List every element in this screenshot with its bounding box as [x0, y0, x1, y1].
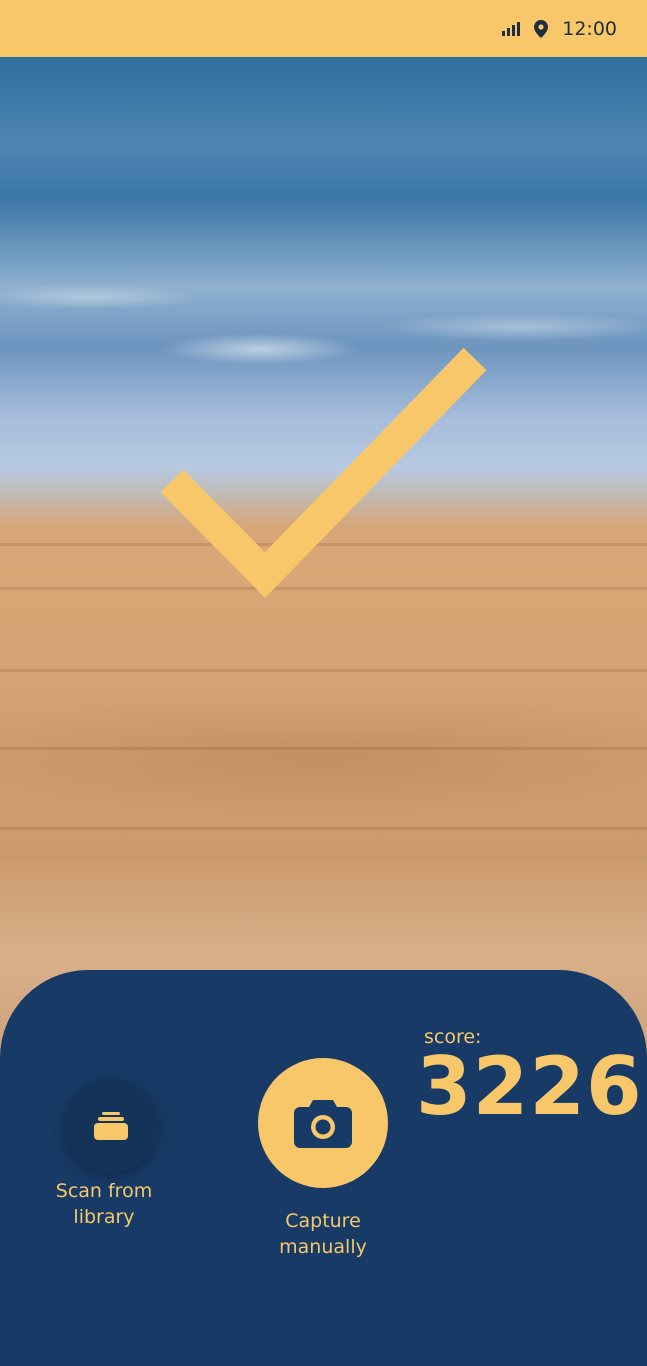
scan-from-library-button[interactable]: [64, 1079, 158, 1173]
score-value: 3226: [416, 1040, 643, 1133]
scan-from-library-label: Scan from library: [55, 1180, 153, 1228]
checkmark-icon: [160, 347, 487, 598]
capture-manually-button[interactable]: [258, 1058, 388, 1188]
app-screen: 12:00 score: 3226 Scan from library Capt…: [0, 0, 647, 1366]
camera-icon: [294, 1100, 352, 1148]
library-stack-icon: [94, 1112, 128, 1140]
capture-manually-label: Capture manually: [279, 1210, 367, 1258]
